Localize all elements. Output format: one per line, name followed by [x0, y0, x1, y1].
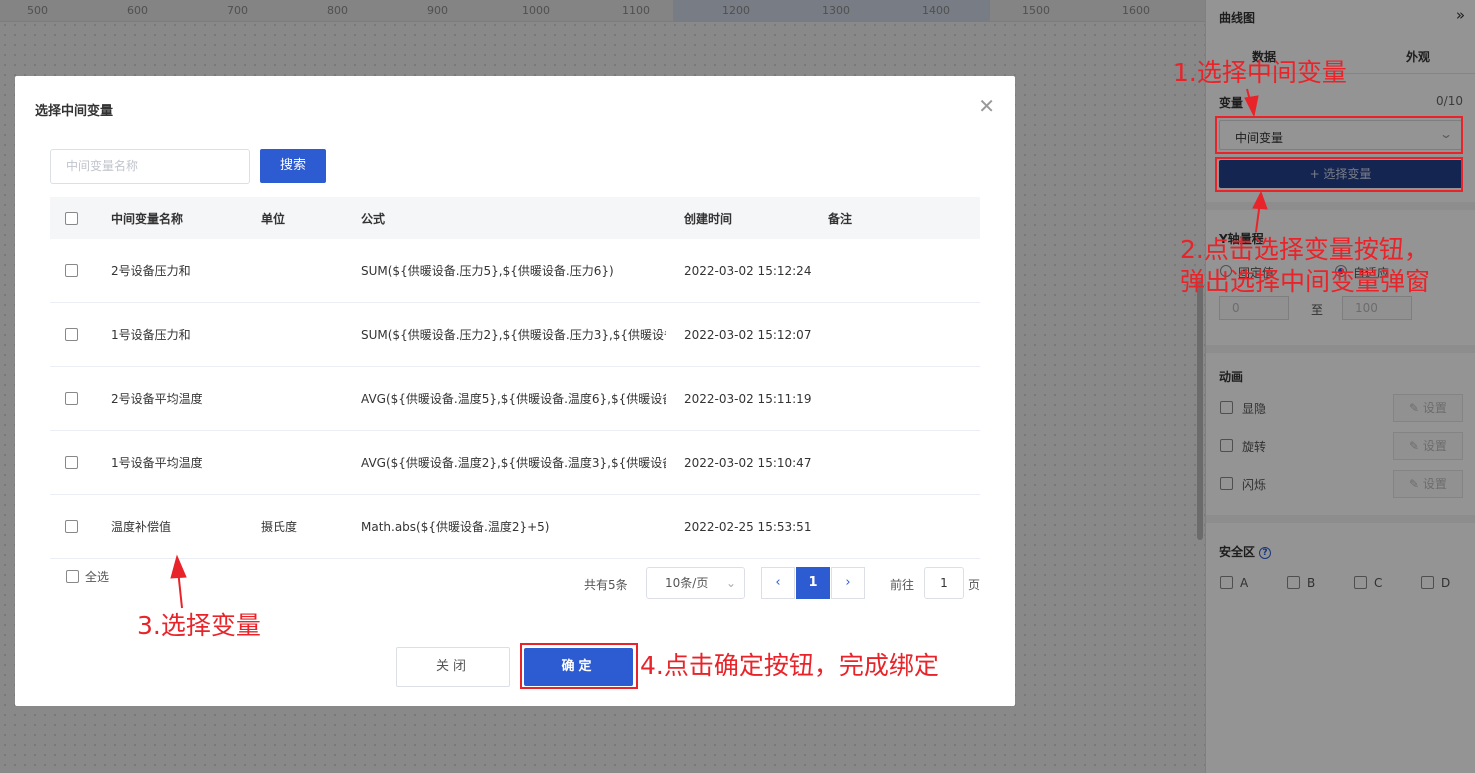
cell-unit: 摄氏度: [261, 520, 298, 534]
page-number-current[interactable]: 1: [796, 567, 830, 599]
chevron-right-icon[interactable]: ›: [831, 567, 865, 599]
cell-formula: Math.abs(${供暖设备.温度2}+5): [361, 520, 550, 534]
table-row[interactable]: 2号设备平均温度 AVG(${供暖设备.温度5},${供暖设备.温度6},${供…: [50, 367, 980, 431]
goto-label: 前往: [890, 578, 915, 592]
row-checkbox-cell: [65, 495, 85, 558]
cell-note: [828, 495, 928, 558]
search-button[interactable]: 搜索: [260, 149, 326, 183]
row-checkbox-cell: [65, 367, 85, 430]
cell-unit: [261, 367, 351, 430]
header-checkbox[interactable]: [65, 211, 78, 225]
row-checkbox-cell: [65, 303, 85, 366]
row-checkbox[interactable]: [65, 392, 78, 405]
cell-formula: AVG(${供暖设备.温度5},${供暖设备.温度6},${供暖设备....: [361, 392, 666, 406]
table-header: 中间变量名称 单位 公式 创建时间 备注: [50, 197, 980, 239]
page-suffix: 页: [968, 578, 981, 592]
table-row[interactable]: 温度补偿值 摄氏度 Math.abs(${供暖设备.温度2}+5) 2022-0…: [50, 495, 980, 559]
cell-note: [828, 303, 928, 366]
column-header-name: 中间变量名称: [111, 211, 184, 226]
column-header-unit: 单位: [261, 211, 286, 226]
select-all-label: 全选: [85, 570, 110, 584]
cell-name: 2号设备压力和: [111, 264, 191, 278]
row-checkbox-cell: [65, 431, 85, 494]
row-checkbox-cell: [65, 239, 85, 302]
column-header-note: 备注: [828, 211, 853, 226]
cell-note: [828, 431, 928, 494]
cell-name: 温度补偿值: [111, 520, 172, 534]
pagination-total: 共有5条: [584, 578, 628, 592]
annotation-step1: 1.选择中间变量: [1173, 58, 1347, 87]
annotation-box-select-button: [1215, 157, 1463, 192]
select-all-checkbox[interactable]: [66, 570, 79, 583]
cell-unit: [261, 239, 351, 302]
cell-formula: SUM(${供暖设备.压力2},${供暖设备.压力3},${供暖设备...: [361, 328, 666, 342]
row-checkbox[interactable]: [65, 328, 78, 341]
annotation-box-confirm: [520, 643, 638, 689]
annotation-step3: 3.选择变量: [137, 611, 261, 640]
chevron-left-icon[interactable]: ‹: [761, 567, 795, 599]
cell-created: 2022-03-02 15:12:07: [684, 327, 812, 342]
annotation-step2: 2.点击选择变量按钮， 弹出选择中间变量弹窗: [1180, 234, 1430, 298]
annotation-step4: 4.点击确定按钮，完成绑定: [640, 651, 939, 680]
page-size-select[interactable]: 10条/页 ⌄: [646, 567, 745, 599]
cell-created: 2022-03-02 15:10:47: [684, 455, 812, 470]
cell-note: [828, 239, 928, 302]
cell-formula: SUM(${供暖设备.压力5},${供暖设备.压力6}): [361, 264, 614, 278]
table-row[interactable]: 2号设备压力和 SUM(${供暖设备.压力5},${供暖设备.压力6}) 202…: [50, 239, 980, 303]
cell-name: 2号设备平均温度: [111, 392, 203, 406]
dialog-title: 选择中间变量: [35, 104, 114, 119]
variable-table: 中间变量名称 单位 公式 创建时间 备注 2号设备压力和 SUM(${供暖设备.…: [50, 197, 980, 559]
cell-created: 2022-02-25 15:53:51: [684, 519, 812, 534]
close-icon[interactable]: ✕: [978, 94, 995, 118]
column-header-formula: 公式: [361, 211, 386, 226]
cell-created: 2022-03-02 15:11:19: [684, 391, 812, 406]
row-checkbox[interactable]: [65, 520, 78, 533]
header-checkbox-cell: [65, 197, 85, 239]
chevron-down-icon: ⌄: [725, 576, 736, 590]
page-size-value: 10条/页: [665, 576, 709, 590]
table-row[interactable]: 1号设备平均温度 AVG(${供暖设备.温度2},${供暖设备.温度3},${供…: [50, 431, 980, 495]
close-button[interactable]: 关闭: [396, 647, 510, 687]
row-checkbox[interactable]: [65, 456, 78, 469]
select-all[interactable]: 全选: [66, 568, 109, 585]
annotation-box-variable-select: [1215, 116, 1463, 154]
table-row[interactable]: 1号设备压力和 SUM(${供暖设备.压力2},${供暖设备.压力3},${供暖…: [50, 303, 980, 367]
cell-name: 1号设备平均温度: [111, 456, 203, 470]
goto-page-input[interactable]: 1: [924, 567, 964, 599]
row-checkbox[interactable]: [65, 264, 78, 277]
cell-created: 2022-03-02 15:12:24: [684, 263, 812, 278]
column-header-created: 创建时间: [684, 211, 733, 226]
cell-formula: AVG(${供暖设备.温度2},${供暖设备.温度3},${供暖设备...: [361, 456, 666, 470]
search-input[interactable]: 中间变量名称: [50, 149, 250, 184]
cell-unit: [261, 431, 351, 494]
cell-note: [828, 367, 928, 430]
cell-unit: [261, 303, 351, 366]
annotation-step2-line1: 2.点击选择变量按钮，: [1180, 235, 1429, 264]
cell-name: 1号设备压力和: [111, 328, 191, 342]
annotation-step2-line2: 弹出选择中间变量弹窗: [1180, 267, 1431, 296]
